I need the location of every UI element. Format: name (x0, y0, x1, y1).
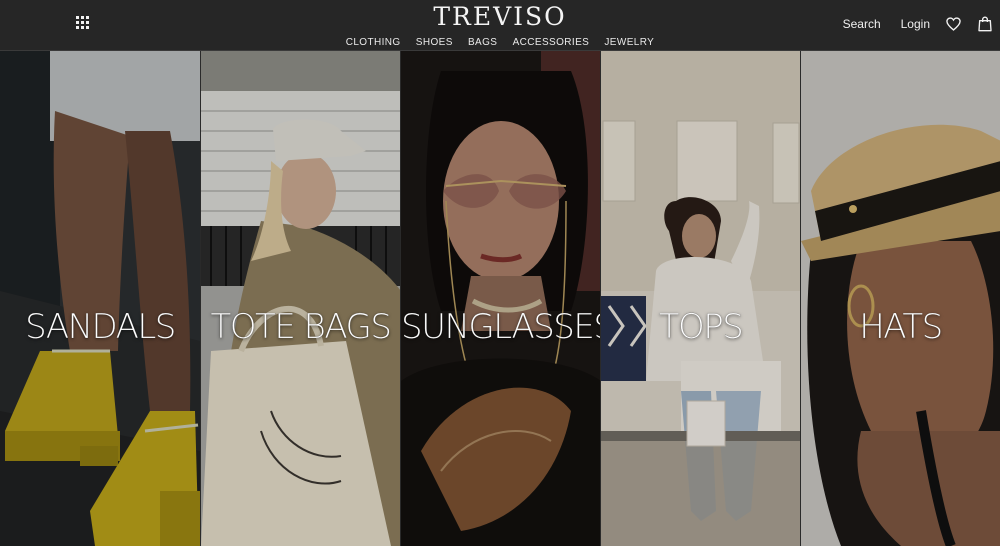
panel-overlay (601, 51, 800, 546)
search-link[interactable]: Search (843, 17, 881, 31)
nav-jewelry[interactable]: JEWELRY (604, 37, 654, 48)
category-panels: SANDALS TOTE BAGS SUNGLASSES TOPS HATS (0, 51, 1000, 546)
heart-icon[interactable] (946, 17, 961, 31)
category-tops[interactable]: TOPS (600, 51, 800, 546)
nav-bags[interactable]: BAGS (468, 37, 497, 48)
category-label-tote-bags: TOTE BAGS (210, 307, 392, 347)
panel-overlay (201, 51, 400, 546)
category-label-tops: TOPS (658, 307, 744, 347)
panel-overlay (401, 51, 600, 546)
category-sandals[interactable]: SANDALS (0, 51, 200, 546)
grid-menu-icon[interactable] (76, 16, 89, 29)
login-link[interactable]: Login (901, 17, 930, 31)
category-label-sandals: SANDALS (25, 307, 177, 347)
panel-overlay (801, 51, 1000, 546)
category-sunglasses[interactable]: SUNGLASSES (400, 51, 600, 546)
nav-clothing[interactable]: CLOTHING (346, 37, 401, 48)
category-hats[interactable]: HATS (800, 51, 1000, 546)
panel-overlay (0, 51, 200, 546)
main-nav: CLOTHING SHOES BAGS ACCESSORIES JEWELRY (0, 37, 1000, 49)
brand-logo-link[interactable]: TREVISO (433, 2, 566, 31)
header-utilities: Search Login (843, 15, 992, 33)
nav-shoes[interactable]: SHOES (416, 37, 453, 48)
shopping-bag-icon[interactable] (978, 16, 992, 32)
category-label-hats: HATS (859, 307, 943, 347)
category-label-sunglasses: SUNGLASSES (401, 307, 600, 347)
site-header: TREVISO CLOTHING SHOES BAGS ACCESSORIES … (0, 0, 1000, 51)
nav-accessories[interactable]: ACCESSORIES (513, 37, 590, 48)
category-tote-bags[interactable]: TOTE BAGS (200, 51, 400, 546)
